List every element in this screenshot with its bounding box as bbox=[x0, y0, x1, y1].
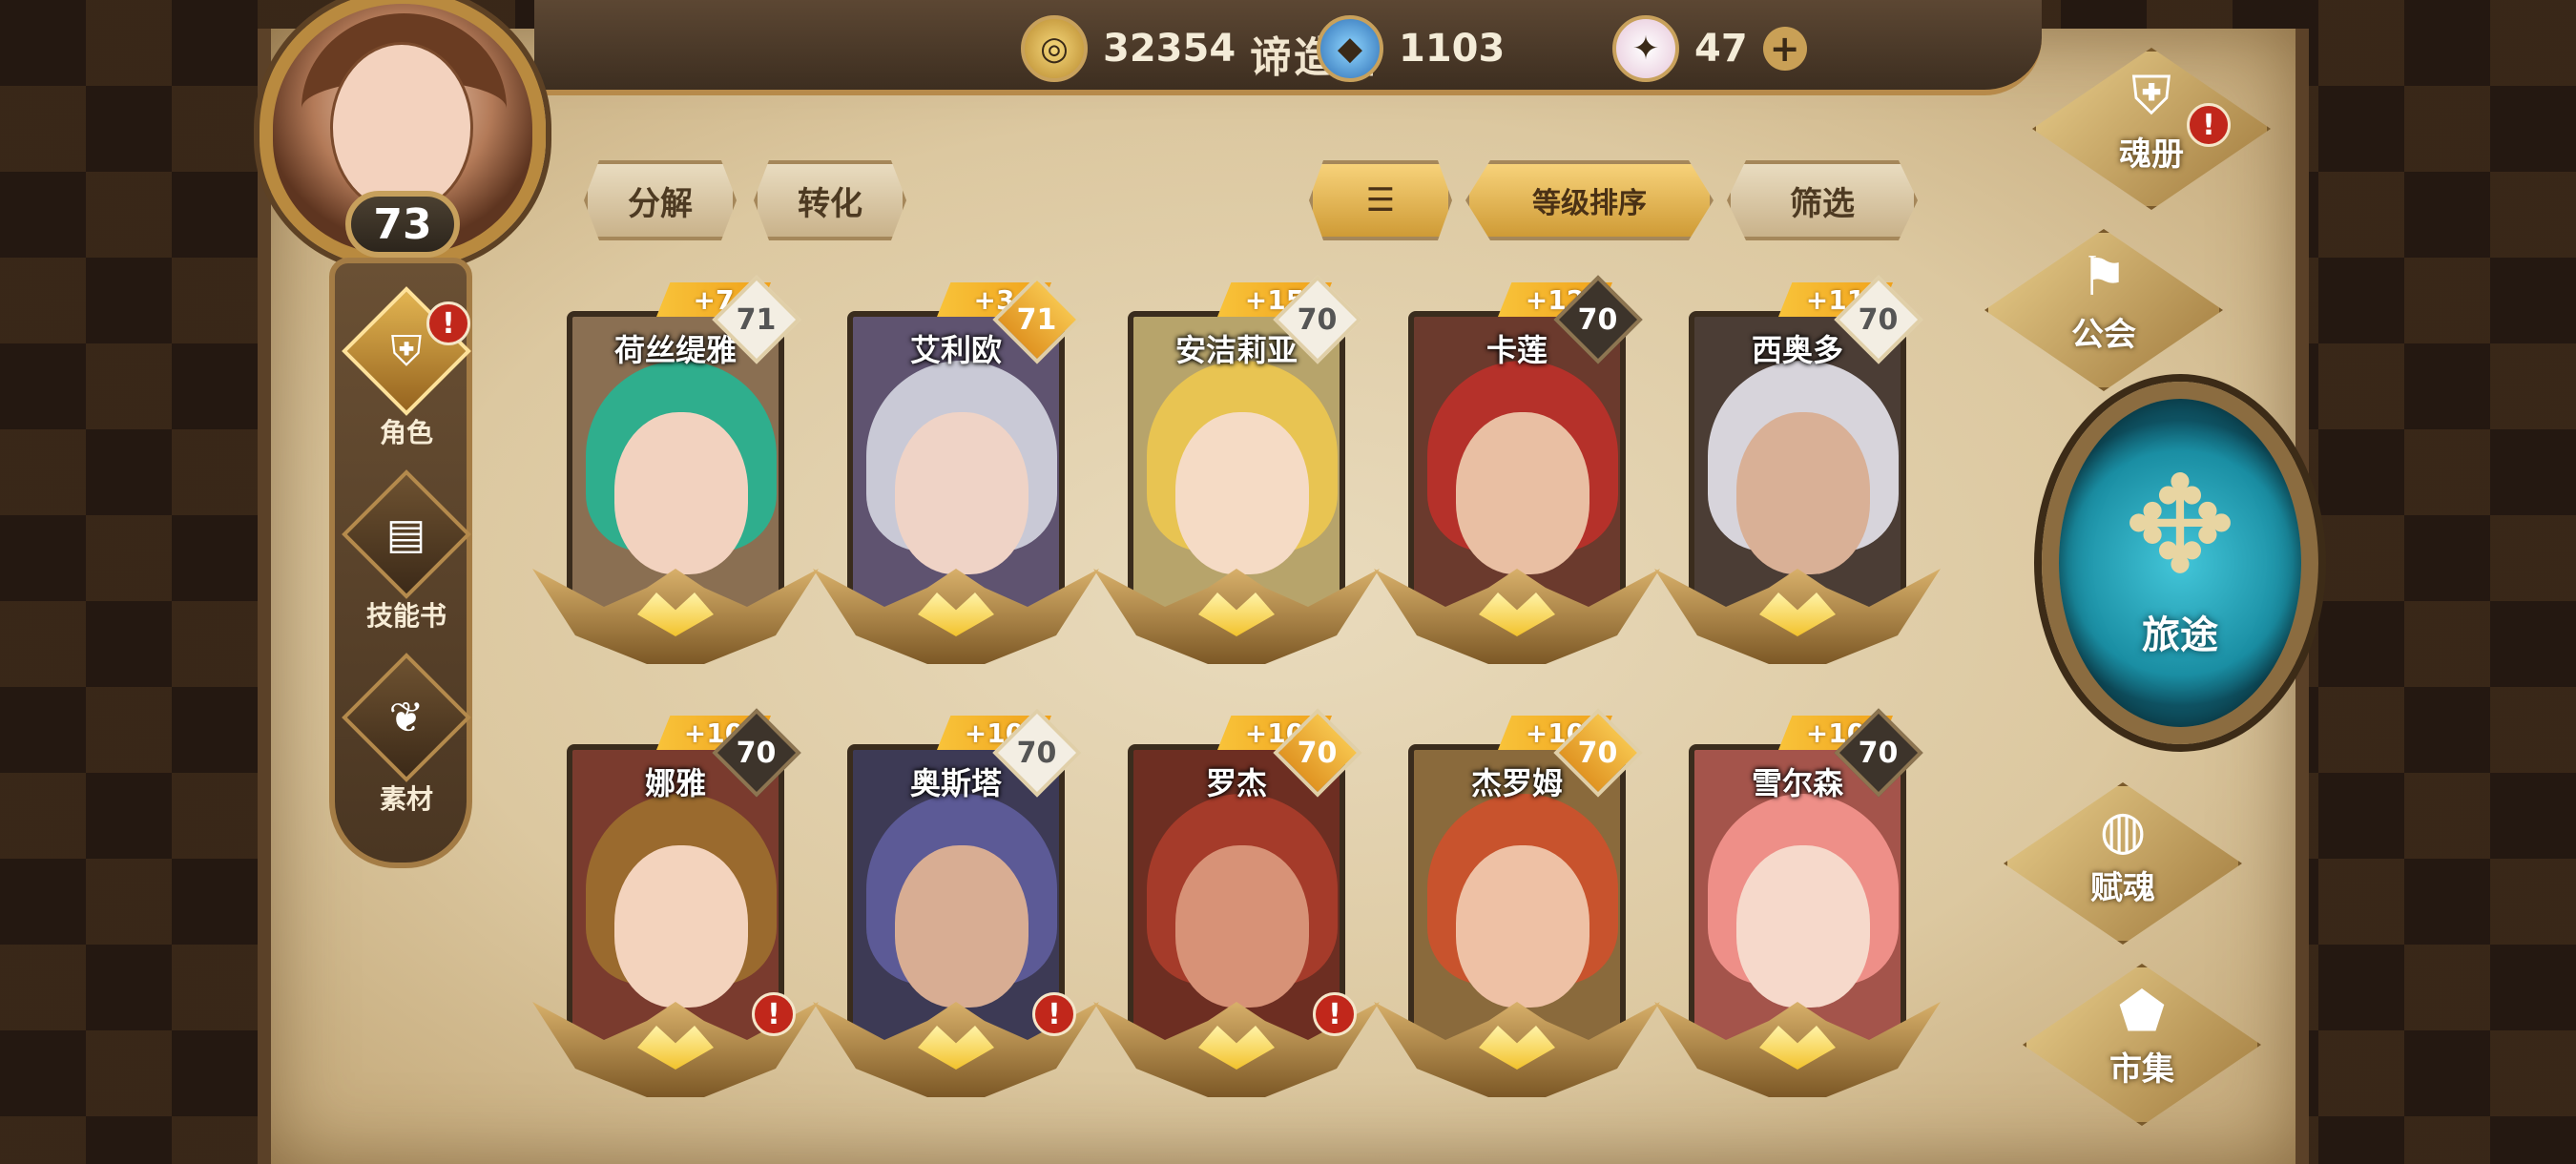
market-button[interactable]: ⬟ 市集 bbox=[2023, 964, 2261, 1126]
soul-book-button[interactable]: ⛨ 魂册 ! bbox=[2032, 48, 2271, 210]
market-icon: ⬟ bbox=[2118, 981, 2166, 1043]
soul-book-label: 魂册 bbox=[2119, 135, 2184, 174]
left-sidebar: ⛨ 角色 ! ▤ 技能书 ❦ 素材 bbox=[329, 258, 472, 868]
hero-alert-badge: ! bbox=[1032, 992, 1076, 1036]
gem-icon: ✦ bbox=[1612, 15, 1679, 82]
sort-order-button[interactable]: ☰ bbox=[1309, 160, 1452, 240]
hero-card[interactable]: +15 70 安洁莉亚 bbox=[1093, 275, 1380, 664]
character-helmet-icon: ⛨ bbox=[390, 326, 423, 376]
journey-button[interactable]: ✥ 旅途 bbox=[2042, 382, 2318, 744]
sidebar-item-label: 角色 bbox=[379, 417, 433, 448]
alert-badge: ! bbox=[426, 301, 470, 345]
hero-card[interactable]: +3 71 艾利欧 bbox=[813, 275, 1099, 664]
convert-button[interactable]: 转化 bbox=[754, 160, 906, 240]
decompose-button[interactable]: 分解 bbox=[584, 160, 737, 240]
sidebar-item-material[interactable]: ❦ 素材 bbox=[335, 653, 478, 830]
hero-card[interactable]: +7 71 荷丝缇雅 bbox=[532, 275, 819, 664]
hero-card[interactable]: +10 70 罗杰 ! bbox=[1093, 708, 1380, 1097]
gem-currency: ✦ 47 + bbox=[1612, 15, 1807, 82]
guild-label: 公会 bbox=[2071, 316, 2136, 354]
gem-value: 47 bbox=[1694, 27, 1748, 71]
guild-flag-icon: ⚑ bbox=[2079, 246, 2129, 308]
hero-card[interactable]: +10 70 娜雅 ! bbox=[532, 708, 819, 1097]
top-bar: 谛造者 ◎ 32354 ◆ 1103 ✦ 47 + bbox=[534, 0, 2042, 95]
material-icon: ❦ bbox=[388, 693, 425, 742]
endow-soul-label: 赋魂 bbox=[2090, 869, 2155, 907]
hero-card[interactable]: +11 70 西奥多 bbox=[1654, 275, 1941, 664]
filter-button[interactable]: 筛选 bbox=[1727, 160, 1918, 240]
sidebar-item-label: 技能书 bbox=[365, 600, 447, 632]
market-label: 市集 bbox=[2109, 1050, 2174, 1089]
guild-button[interactable]: ⚑ 公会 bbox=[1984, 229, 2223, 391]
player-level-badge: 73 bbox=[345, 191, 460, 258]
crystal-currency: ◆ 1103 bbox=[1317, 15, 1505, 82]
sort-icon: ☰ bbox=[1365, 181, 1396, 219]
journey-label: 旅途 bbox=[2142, 613, 2218, 657]
sidebar-item-character[interactable]: ⛨ 角色 ! bbox=[335, 286, 478, 464]
journey-emblem-icon: ✥ bbox=[2124, 447, 2236, 604]
crystal-value: 1103 bbox=[1399, 27, 1506, 71]
hero-card[interactable]: +12 70 卡莲 bbox=[1374, 275, 1660, 664]
skill-book-icon: ▤ bbox=[386, 509, 426, 559]
hero-alert-badge: ! bbox=[1313, 992, 1357, 1036]
sort-by-level-button[interactable]: 等级排序 bbox=[1465, 160, 1714, 240]
hero-card[interactable]: +10 70 奥斯塔 ! bbox=[813, 708, 1099, 1097]
gold-coin-icon: ◎ bbox=[1021, 15, 1088, 82]
hero-alert-badge: ! bbox=[752, 992, 796, 1036]
alert-badge: ! bbox=[2187, 103, 2231, 147]
hero-card[interactable]: +10 70 杰罗姆 bbox=[1374, 708, 1660, 1097]
sidebar-item-label: 素材 bbox=[379, 783, 433, 815]
soul-book-icon: ⛨ bbox=[2131, 64, 2171, 127]
gold-value: 32354 bbox=[1103, 27, 1236, 71]
endow-soul-icon: ◍ bbox=[2099, 800, 2147, 862]
sidebar-item-skill-book[interactable]: ▤ 技能书 bbox=[335, 469, 478, 647]
blue-crystal-icon: ◆ bbox=[1317, 15, 1383, 82]
gold-currency: ◎ 32354 bbox=[1021, 15, 1236, 82]
add-gem-button[interactable]: + bbox=[1762, 27, 1807, 71]
hero-card[interactable]: +10 70 雪尔森 bbox=[1654, 708, 1941, 1097]
endow-soul-button[interactable]: ◍ 赋魂 bbox=[2004, 782, 2242, 945]
